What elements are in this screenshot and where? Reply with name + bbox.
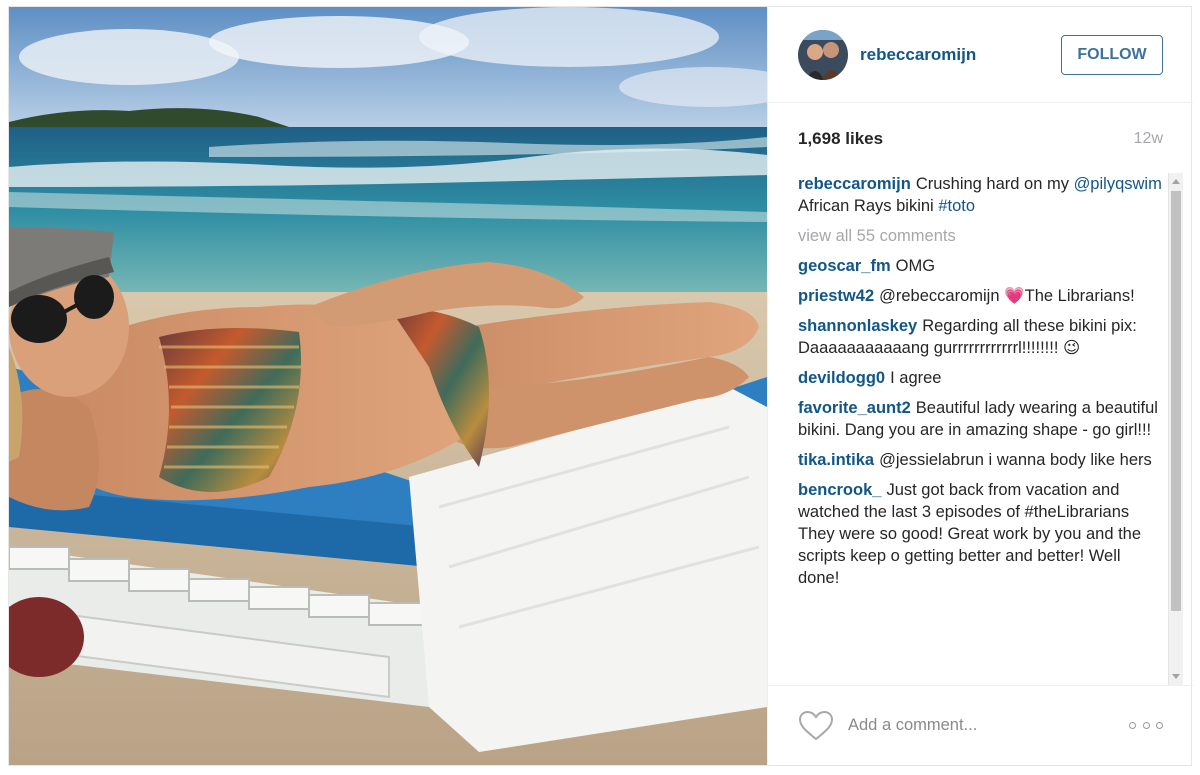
comment-item: shannonlaskey Regarding all these bikini … <box>798 315 1163 359</box>
caption-mention[interactable]: @pilyqswim <box>1074 175 1162 193</box>
comment-composer <box>768 685 1193 765</box>
comment-item: tika.intika @jessielabrun i wanna body li… <box>798 449 1163 471</box>
follow-button[interactable]: FOLLOW <box>1061 34 1163 75</box>
caption-hashtag[interactable]: #toto <box>938 197 975 215</box>
heart-icon[interactable] <box>798 710 834 742</box>
comment-text: OMG <box>895 257 936 275</box>
beach-photo-illustration <box>9 7 767 765</box>
comment-username[interactable]: tika.intika <box>798 451 874 469</box>
caption-username[interactable]: rebeccaromijn <box>798 175 911 193</box>
post-header: rebeccaromijn FOLLOW <box>768 7 1193 103</box>
comment-item: bencrook_ Just got back from vacation and… <box>798 479 1163 589</box>
caption: rebeccaromijn Crushing hard on my @pilyqs… <box>798 173 1163 217</box>
comments-list: rebeccaromijn Crushing hard on my @pilyqs… <box>798 173 1163 683</box>
caption-text: Crushing hard on my <box>915 175 1074 193</box>
post-timestamp[interactable]: 12w <box>1134 130 1163 148</box>
comment-username[interactable]: shannonlaskey <box>798 317 917 335</box>
view-all-comments-link[interactable]: view all 55 comments <box>798 225 1163 247</box>
comment-item: devildogg0 I agree <box>798 367 1163 389</box>
post-photo[interactable] <box>9 7 767 765</box>
comments-scrollbar[interactable] <box>1168 173 1183 685</box>
dot <box>1142 722 1150 729</box>
comment-username[interactable]: priestw42 <box>798 287 874 305</box>
comment-text: I agree <box>890 369 942 387</box>
avatar[interactable] <box>798 29 848 80</box>
caption-text-middle: African Rays bikini <box>798 197 939 215</box>
comment-username[interactable]: bencrook_ <box>798 481 881 499</box>
comment-item: favorite_aunt2 Beautiful lady wearing a b… <box>798 397 1163 441</box>
comment-username[interactable]: favorite_aunt2 <box>798 399 911 417</box>
scroll-up-arrow-icon[interactable] <box>1172 179 1180 184</box>
post-container: rebeccaromijn FOLLOW 1,698 likes 12w reb… <box>8 6 1193 766</box>
scrollbar-thumb[interactable] <box>1171 191 1181 611</box>
dot <box>1156 722 1163 729</box>
scroll-down-arrow-icon[interactable] <box>1172 674 1180 679</box>
more-options-icon[interactable] <box>1129 721 1163 731</box>
comment-username[interactable]: devildogg0 <box>798 369 885 387</box>
comment-text: @jessielabrun i wanna body like hers <box>879 451 1152 469</box>
comment-text: @rebeccaromijn 💗The Librarians! <box>879 287 1135 305</box>
dot <box>1129 722 1136 729</box>
post-meta: 1,698 likes 12w <box>768 103 1193 175</box>
comment-item: geoscar_fm OMG <box>798 255 1163 277</box>
post-author-username[interactable]: rebeccaromijn <box>860 45 1061 65</box>
comment-item: priestw42 @rebeccaromijn 💗The Librarians! <box>798 285 1163 307</box>
heart-outline-icon <box>798 710 834 740</box>
avatar-image <box>798 29 848 80</box>
post-details-panel: rebeccaromijn FOLLOW 1,698 likes 12w reb… <box>767 7 1193 765</box>
likes-count[interactable]: 1,698 likes <box>798 129 883 149</box>
comment-username[interactable]: geoscar_fm <box>798 257 891 275</box>
add-comment-input[interactable] <box>848 716 1129 735</box>
